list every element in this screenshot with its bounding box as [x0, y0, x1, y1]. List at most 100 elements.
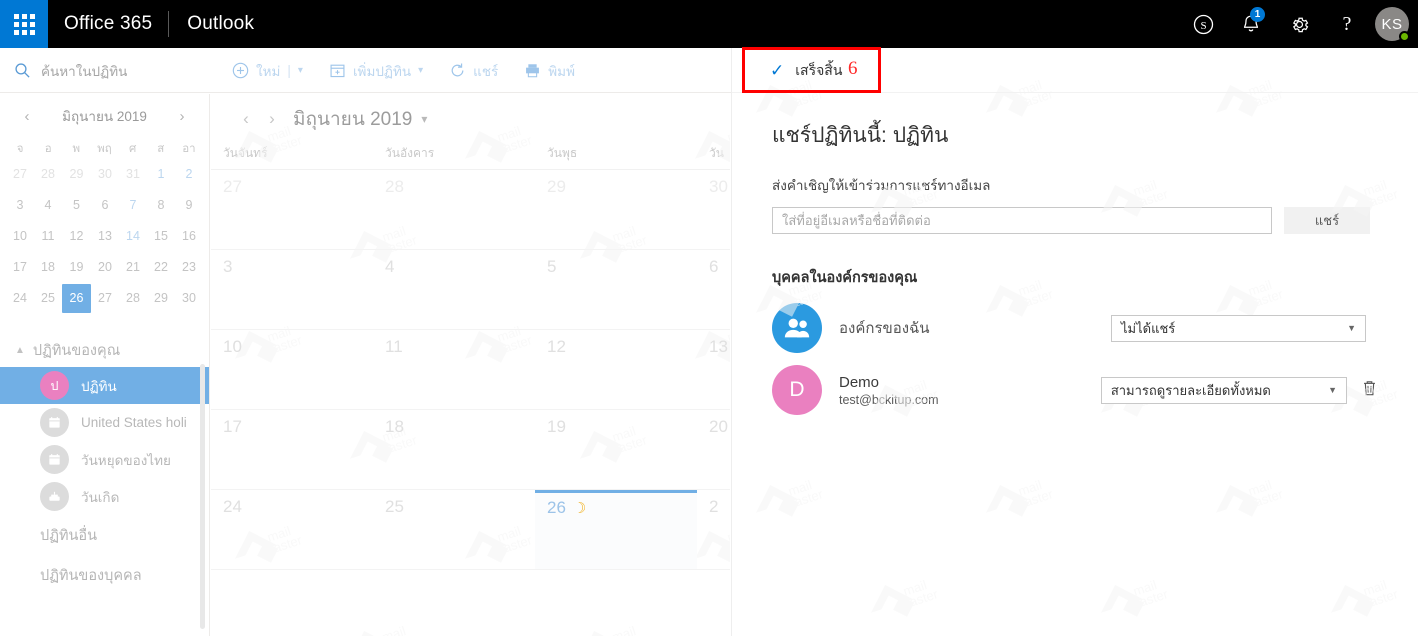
- calendar-day-cell[interactable]: 5: [535, 250, 697, 329]
- mini-day[interactable]: 28: [34, 160, 62, 189]
- mini-day[interactable]: 26: [62, 284, 91, 313]
- mini-day[interactable]: 18: [34, 253, 62, 282]
- mini-day[interactable]: 29: [62, 160, 91, 189]
- permission-dropdown-1[interactable]: สามารถดูรายละเอียดทั้งหมด ▼: [1100, 376, 1347, 404]
- share-button[interactable]: แชร์: [449, 60, 498, 82]
- mini-day[interactable]: 21: [119, 253, 147, 282]
- mini-day[interactable]: 17: [6, 253, 34, 282]
- settings-gear-icon[interactable]: [1275, 0, 1323, 48]
- calendar-day-cell[interactable]: 12: [535, 330, 697, 409]
- calendar-day-cell[interactable]: 17: [211, 410, 373, 489]
- skype-icon[interactable]: S: [1179, 0, 1227, 48]
- mini-day[interactable]: 19: [62, 253, 91, 282]
- print-button[interactable]: พิมพ์: [524, 60, 575, 82]
- app-launcher-icon[interactable]: [0, 0, 48, 48]
- calendar-day-cell[interactable]: 18: [373, 410, 535, 489]
- calendar-month-title[interactable]: มิถุนายน 2019: [293, 104, 412, 134]
- calendar-prev-button[interactable]: ‹: [233, 109, 259, 129]
- mini-day[interactable]: 15: [147, 222, 175, 251]
- mini-day[interactable]: 31: [119, 160, 147, 189]
- calendar-item-3[interactable]: วันเกิด: [0, 478, 209, 515]
- moon-phase-icon: ☽: [572, 500, 587, 517]
- calendar-day-number: 20: [709, 417, 728, 436]
- mini-day[interactable]: 25: [34, 284, 62, 313]
- calendar-day-cell[interactable]: 11: [373, 330, 535, 409]
- mini-calendar-prev-button[interactable]: ‹: [18, 108, 36, 125]
- sidebar-scrollbar[interactable]: [200, 364, 205, 629]
- mini-day[interactable]: 22: [147, 253, 175, 282]
- brand-office365[interactable]: Office 365: [48, 13, 168, 35]
- mini-day[interactable]: 6: [91, 191, 119, 220]
- app-name-outlook[interactable]: Outlook: [169, 13, 254, 35]
- mini-day[interactable]: 7: [119, 191, 147, 220]
- mini-day[interactable]: 16: [175, 222, 203, 251]
- mini-day[interactable]: 2: [175, 160, 203, 189]
- panel-share-button[interactable]: แชร์: [1284, 207, 1370, 234]
- calendar-day-cell[interactable]: 25: [373, 490, 535, 569]
- mini-day[interactable]: 13: [91, 222, 119, 251]
- mini-day[interactable]: 28: [119, 284, 147, 313]
- calendar-day-cell[interactable]: 2: [697, 490, 730, 569]
- calendar-day-cell[interactable]: 27: [211, 170, 373, 249]
- calendar-item-1[interactable]: United States holi: [0, 404, 209, 441]
- calendar-day-cell[interactable]: 29: [535, 170, 697, 249]
- mini-day[interactable]: 30: [175, 284, 203, 313]
- presence-online-indicator: [1399, 31, 1410, 42]
- calendar-day-cell[interactable]: 6: [697, 250, 730, 329]
- share-label: แชร์: [473, 63, 499, 79]
- trash-icon[interactable]: [1361, 379, 1378, 402]
- mini-day[interactable]: 9: [175, 191, 203, 220]
- annotation-step-number: 6: [848, 58, 858, 79]
- mini-day[interactable]: 14: [119, 222, 147, 251]
- calendar-day-cell[interactable]: 20: [697, 410, 730, 489]
- notifications-bell-icon[interactable]: 1: [1227, 0, 1275, 48]
- chevron-down-icon[interactable]: ▾: [298, 65, 303, 76]
- mini-day[interactable]: 3: [6, 191, 34, 220]
- other-calendars-link[interactable]: ปฏิทินอื่น: [0, 515, 209, 555]
- chevron-up-icon[interactable]: ▲: [15, 345, 25, 356]
- calendar-day-cell[interactable]: 26 ☽: [535, 490, 697, 569]
- mini-day[interactable]: 27: [6, 160, 34, 189]
- add-calendar-button[interactable]: เพิ่มปฏิทิน ▾: [329, 60, 423, 82]
- mini-day[interactable]: 4: [34, 191, 62, 220]
- mini-day[interactable]: 12: [62, 222, 91, 251]
- command-items: ใหม่ | ▾ เพิ่มปฏิทิน ▾ แชร์ พิมพ์: [232, 48, 601, 93]
- mini-day[interactable]: 11: [34, 222, 62, 251]
- mini-day[interactable]: 23: [175, 253, 203, 282]
- calendar-day-cell[interactable]: 4: [373, 250, 535, 329]
- calendar-day-cell[interactable]: 19: [535, 410, 697, 489]
- mini-day[interactable]: 8: [147, 191, 175, 220]
- calendar-item-2[interactable]: วันหยุดของไทย: [0, 441, 209, 478]
- calendar-day-cell[interactable]: 10: [211, 330, 373, 409]
- people-calendars-link[interactable]: ปฏิทินของบุคคล: [0, 555, 209, 595]
- calendar-day-cell[interactable]: 13: [697, 330, 730, 409]
- chevron-down-icon[interactable]: ▾: [421, 112, 427, 126]
- mini-day[interactable]: 10: [6, 222, 34, 251]
- calendar-item-label: วันเกิด: [81, 489, 120, 505]
- calendar-day-cell[interactable]: 24: [211, 490, 373, 569]
- calendar-group-your-calendars[interactable]: ▲ ปฏิทินของคุณ: [0, 333, 209, 367]
- mini-day[interactable]: 27: [91, 284, 119, 313]
- mini-day[interactable]: 29: [147, 284, 175, 313]
- invite-email-input[interactable]: [772, 207, 1272, 234]
- mini-day[interactable]: 24: [6, 284, 34, 313]
- calendar-day-cell[interactable]: 30: [697, 170, 730, 249]
- new-event-button[interactable]: ใหม่ | ▾: [232, 60, 303, 82]
- invite-row: แชร์: [772, 207, 1378, 234]
- help-icon[interactable]: ?: [1323, 0, 1371, 48]
- permission-dropdown-0[interactable]: ไม่ได้แชร์ ▼: [1111, 314, 1366, 342]
- search-input[interactable]: ค้นหาในปฏิทิน: [0, 48, 210, 93]
- mini-calendar-title[interactable]: มิถุนายน 2019: [62, 105, 147, 127]
- chevron-down-icon[interactable]: ▾: [418, 65, 423, 76]
- done-button[interactable]: ✓ เสร็จสิ้น: [758, 56, 854, 86]
- mini-day[interactable]: 30: [91, 160, 119, 189]
- avatar[interactable]: KS: [1375, 7, 1410, 42]
- mini-calendar-next-button[interactable]: ›: [173, 108, 191, 125]
- mini-day[interactable]: 1: [147, 160, 175, 189]
- calendar-day-cell[interactable]: 3: [211, 250, 373, 329]
- calendar-day-cell[interactable]: 28: [373, 170, 535, 249]
- calendar-item-0[interactable]: ป ปฏิทิน: [0, 367, 209, 404]
- mini-day[interactable]: 20: [91, 253, 119, 282]
- mini-day[interactable]: 5: [62, 191, 91, 220]
- calendar-next-button[interactable]: ›: [259, 109, 285, 129]
